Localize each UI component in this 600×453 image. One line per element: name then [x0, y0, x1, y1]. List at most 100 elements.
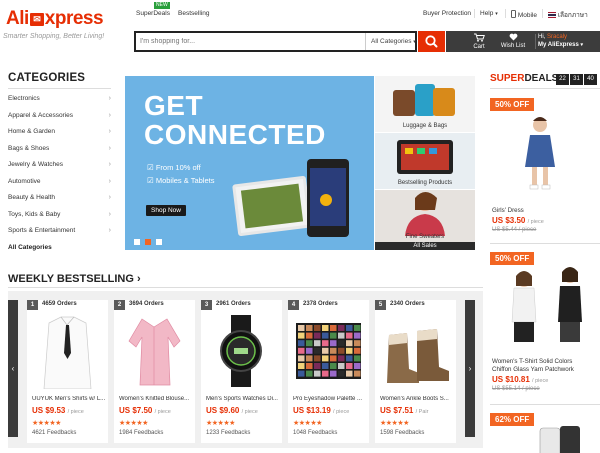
- eyeshadow-swatch: [338, 332, 345, 339]
- mobile-link[interactable]: Mobile: [511, 10, 537, 19]
- all-sales-link[interactable]: All Sales: [375, 242, 475, 250]
- category-item-beauty-health[interactable]: Beauty & Health ›: [8, 190, 111, 207]
- price-unit: / piece: [333, 409, 350, 415]
- promo-luggage-bags[interactable]: Luggage & Bags: [375, 76, 475, 132]
- eyeshadow-swatch: [306, 325, 313, 331]
- promo-label: Fine Sweaters: [405, 234, 445, 240]
- eyeshadow-swatch: [346, 332, 353, 339]
- category-item-home-garden[interactable]: Home & Garden ›: [8, 124, 111, 141]
- price-unit: / piece: [67, 409, 84, 415]
- category-item-electronics[interactable]: Electronics ›: [8, 91, 111, 108]
- divider: [505, 9, 506, 18]
- promo-label: Luggage & Bags: [402, 123, 448, 129]
- chevron-right-icon: ›: [108, 177, 111, 185]
- rank-badge: 5: [375, 300, 386, 310]
- help-menu[interactable]: Help ▾: [480, 10, 498, 17]
- search-category-select[interactable]: All Categories ▾: [365, 33, 417, 50]
- category-label: Electronics: [8, 95, 40, 102]
- deal-title-line2: Chiffon Glass Yarn Patchwork: [492, 366, 574, 373]
- superdeals-link[interactable]: SuperDeals: [136, 10, 170, 17]
- checkbox-icon: ☑: [147, 163, 154, 172]
- deal-card-2[interactable]: 50% OFF Women's T-Shirt Solid Colors Chi…: [490, 248, 600, 403]
- product-title: Women's Ankle Boots S...: [380, 396, 449, 402]
- product-card-1[interactable]: 1 4659 Orders UUYUK Men's Shirts w/ L...…: [27, 300, 108, 443]
- product-card-5[interactable]: 5 2340 Orders Women's Ankle Boots S... U…: [375, 300, 456, 443]
- price-unit: / piece: [527, 219, 544, 225]
- cart-button[interactable]: Cart: [468, 31, 490, 52]
- category-item-apparel[interactable]: Apparel & Accessories ›: [8, 108, 111, 125]
- chevron-down-icon: ▾: [495, 11, 498, 17]
- carousel-next-button[interactable]: ›: [465, 300, 475, 437]
- promo-bestselling-products[interactable]: Bestselling Products: [375, 133, 475, 189]
- eyeshadow-swatch: [346, 340, 353, 347]
- product-card-4[interactable]: 4 2378 Orders Pro Eyeshadow Palette ... …: [288, 300, 369, 443]
- category-item-automotive[interactable]: Automotive ›: [8, 174, 111, 191]
- product-price-value: US $13.19: [293, 406, 331, 415]
- cart-logo-icon: ✉: [29, 13, 44, 26]
- discount-badge: 62% OFF: [490, 413, 535, 426]
- orders-count: 2340 Orders: [390, 301, 425, 307]
- product-card-2[interactable]: 2 3694 Orders Women's Knitted Blouse... …: [114, 300, 195, 443]
- flag-icon: [548, 12, 556, 18]
- feedback-count: 1048 Feedbacks: [293, 430, 338, 436]
- chevron-right-icon: ›: [108, 210, 111, 218]
- tablet-product-image: [397, 140, 453, 174]
- search-input[interactable]: [138, 33, 358, 50]
- wishlist-button[interactable]: Wish List: [496, 31, 530, 52]
- category-item-jewelry-watches[interactable]: Jewelry & Watches ›: [8, 157, 111, 174]
- deal-card-3[interactable]: 62% OFF: [490, 408, 600, 453]
- category-item-toys-kids[interactable]: Toys, Kids & Baby ›: [8, 207, 111, 224]
- eyeshadow-swatch: [314, 370, 321, 377]
- buyer-protection-link[interactable]: Buyer Protection: [423, 10, 471, 17]
- my-aliexpress-menu[interactable]: Hi, Sracaly My AliExpress ▾: [538, 31, 598, 52]
- carousel-dot-3[interactable]: [156, 239, 162, 245]
- eyeshadow-swatch: [322, 340, 329, 347]
- chevron-right-icon: ›: [136, 273, 141, 285]
- aliexpress-logo[interactable]: Ali ✉ xpress: [6, 8, 104, 30]
- category-item-bags-shoes[interactable]: Bags & Shoes ›: [8, 141, 111, 158]
- eyeshadow-swatch: [338, 340, 345, 347]
- eyeshadow-swatch: [354, 370, 361, 377]
- phone-image: [307, 159, 349, 237]
- search-button[interactable]: [418, 31, 445, 52]
- eyeshadow-swatch: [330, 355, 337, 362]
- phone-case-image: [539, 426, 580, 453]
- eyeshadow-swatch: [330, 325, 337, 331]
- mobile-label: Mobile: [517, 12, 537, 19]
- tablet-image: [232, 175, 312, 237]
- shop-now-button[interactable]: Shop Now: [146, 205, 186, 216]
- deal-price-value: US $3.50: [492, 216, 526, 225]
- divider: [490, 88, 600, 89]
- category-item-sports[interactable]: Sports & Entertainment ›: [8, 223, 111, 240]
- all-categories-link[interactable]: All Categories: [8, 240, 111, 257]
- feedback-count: 1984 Feedbacks: [119, 430, 164, 436]
- eyeshadow-swatch: [330, 347, 337, 354]
- product-title: UUYUK Men's Shirts w/ L...: [32, 396, 106, 402]
- banner-title-line1: GET: [144, 90, 204, 121]
- banner-title-line2: CONNECTED: [144, 119, 326, 150]
- eyeshadow-swatch: [346, 355, 353, 362]
- product-price: US $7.50 / piece: [119, 406, 171, 415]
- eyeshadow-swatch: [306, 340, 313, 347]
- product-price: US $13.19 / piece: [293, 406, 349, 415]
- carousel-prev-button[interactable]: ‹: [8, 300, 18, 437]
- feedback-count: 4621 Feedbacks: [32, 430, 77, 436]
- eyeshadow-swatch: [322, 370, 329, 377]
- eyeshadow-swatch: [314, 325, 321, 331]
- category-label: Toys, Kids & Baby: [8, 210, 61, 218]
- deal-card-1[interactable]: 50% OFF Girls' Dress US $3.50 / piece US…: [490, 93, 600, 243]
- eyeshadow-swatch: [322, 325, 329, 331]
- carousel-dot-2[interactable]: [145, 239, 151, 245]
- product-title: Men's Sports Watches Di...: [206, 396, 278, 402]
- hero-banner[interactable]: GET CONNECTED ☑ From 10% off ☑ Mobiles & …: [125, 76, 374, 250]
- search-bar: All Categories ▾: [134, 31, 417, 52]
- language-selector[interactable]: เลือกภาษา: [548, 10, 588, 20]
- woman-sweater-image: [405, 192, 445, 236]
- product-price: US $9.53 / piece: [32, 406, 84, 415]
- deal-title: Women's T-Shirt Solid Colors: [492, 358, 573, 365]
- bestselling-link[interactable]: Bestselling: [178, 10, 209, 17]
- mens-shirt-image: [43, 316, 92, 389]
- product-card-3[interactable]: 3 2961 Orders Men's Sports Watches Di...…: [201, 300, 282, 443]
- carousel-dot-1[interactable]: [134, 239, 140, 245]
- promo-fine-sweaters[interactable]: Fine Sweaters: [375, 190, 475, 242]
